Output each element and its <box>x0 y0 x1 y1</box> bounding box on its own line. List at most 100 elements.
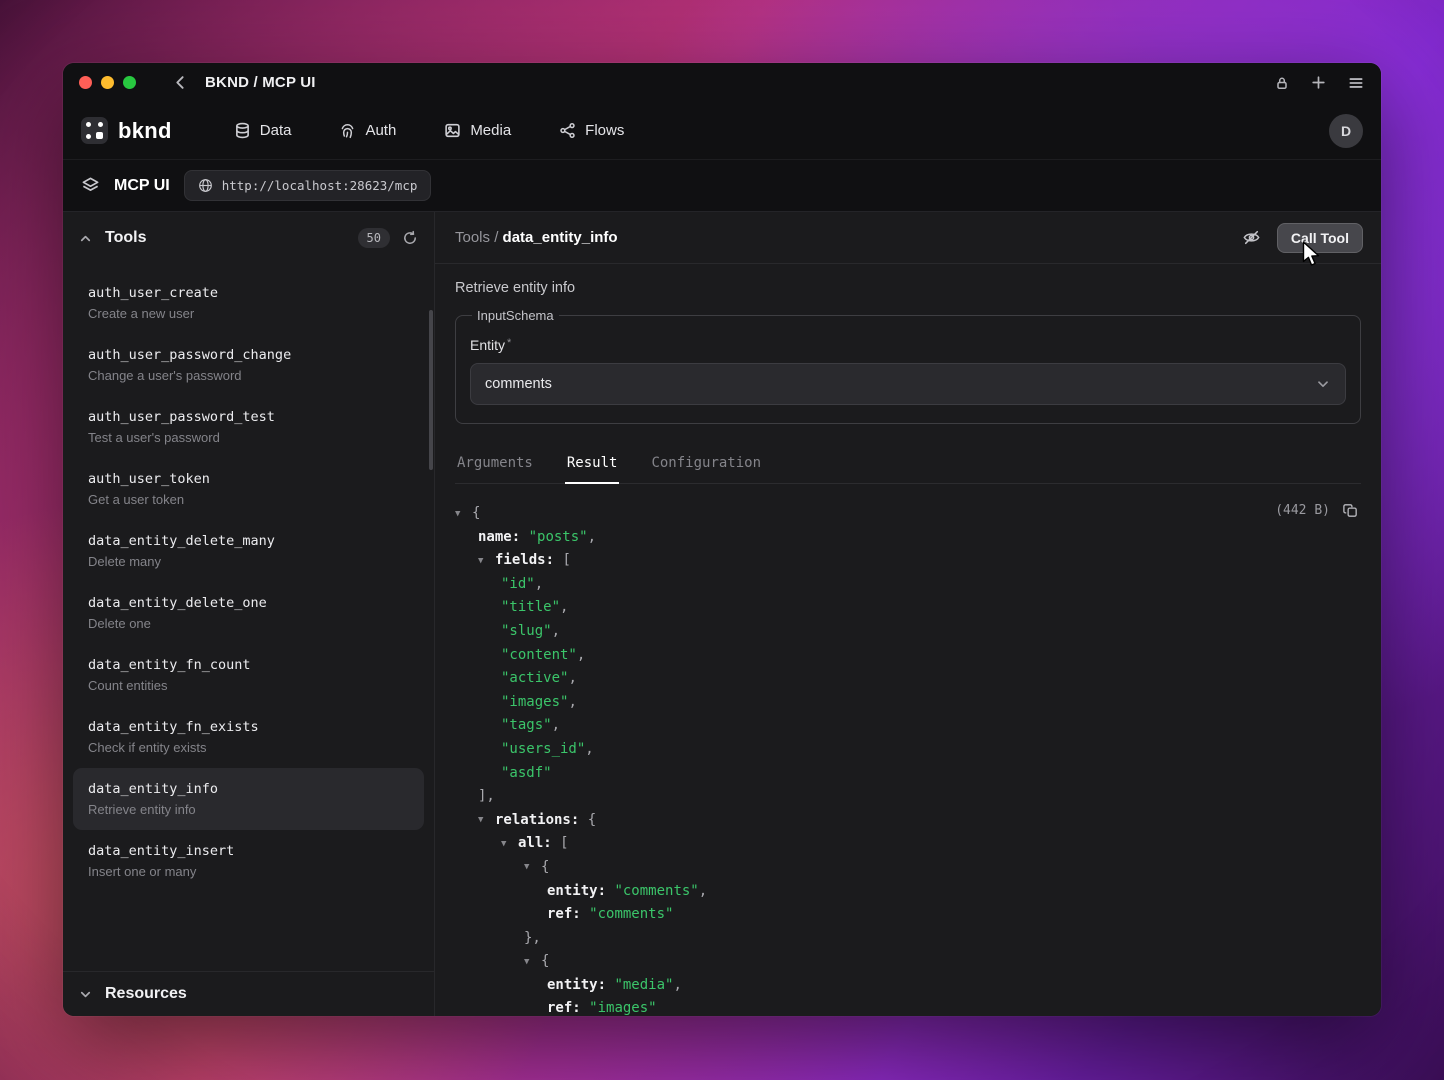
json-tree: ▼{name: "posts",▼fields: ["id","title","… <box>455 502 1361 1016</box>
sidebar-item-auth_user_password_test[interactable]: auth_user_password_testTest a user's pas… <box>73 396 424 458</box>
tool-description: Get a user token <box>88 492 409 507</box>
lock-icon[interactable] <box>1274 75 1290 91</box>
json-line: ref: "images" <box>455 997 1361 1016</box>
json-line: "images", <box>455 691 1361 715</box>
tools-section-title: Tools <box>105 229 146 247</box>
resources-section-header[interactable]: Resources <box>63 971 434 1016</box>
sidebar-item-data_entity_info[interactable]: data_entity_infoRetrieve entity info <box>73 768 424 830</box>
input-schema-legend: InputSchema <box>472 308 559 323</box>
tool-description: Retrieve entity info <box>88 802 409 817</box>
nav-item-auth[interactable]: Auth <box>339 122 396 139</box>
sidebar-item-data_entity_insert[interactable]: data_entity_insert Insert one or many <box>73 830 424 892</box>
json-punct <box>520 529 528 545</box>
tool-name: auth_user_token <box>88 471 409 487</box>
mcp-url-pill[interactable]: http://localhost:28623/mcp <box>184 170 432 201</box>
sidebar-item-auth_user_token[interactable]: auth_user_token Get a user token <box>73 458 424 520</box>
json-key: all: <box>518 835 552 851</box>
tool-detail-panel: Tools / data_entity_info Call Tool Retri <box>435 212 1381 1016</box>
tool-description: Change a user's password <box>88 368 409 383</box>
json-punct: , <box>535 576 543 592</box>
input-schema-group: InputSchema Entity* comments <box>455 308 1361 424</box>
sidebar-item-auth_user_password_change[interactable]: auth_user_password_changeChange a user's… <box>73 334 424 396</box>
tool-name: auth_user_password_test <box>88 409 409 425</box>
tree-toggle-icon[interactable]: ▼ <box>478 809 495 833</box>
entity-select[interactable]: comments <box>470 363 1346 405</box>
tree-toggle-icon[interactable]: ▼ <box>455 503 472 527</box>
maximize-window-button[interactable] <box>123 76 136 89</box>
json-line: ▼{ <box>455 950 1361 974</box>
json-punct: [ <box>554 552 571 568</box>
required-asterisk: * <box>507 337 511 349</box>
json-string: "asdf" <box>501 765 552 781</box>
sidebar-item-data_entity_fn_count[interactable]: data_entity_fn_countCount entities <box>73 644 424 706</box>
sidebar-item-data_entity_delete_many[interactable]: data_entity_delete_manyDelete many <box>73 520 424 582</box>
sidebar-item-data_entity_fn_exists[interactable]: data_entity_fn_existsCheck if entity exi… <box>73 706 424 768</box>
tool-description: Retrieve entity info <box>455 280 1361 296</box>
sidebar-item-data_entity_delete_one[interactable]: data_entity_delete_oneDelete one <box>73 582 424 644</box>
json-line: "active", <box>455 667 1361 691</box>
breadcrumb-section[interactable]: Tools <box>455 229 490 246</box>
tool-description: Delete one <box>88 616 409 631</box>
result-json-viewer: (442 B) ▼{name: "posts",▼fields: ["id","… <box>455 484 1361 1016</box>
bknd-logo-icon <box>81 117 108 144</box>
json-key: entity: <box>547 977 606 993</box>
refresh-icon[interactable] <box>402 230 418 246</box>
json-punct: ], <box>478 788 495 804</box>
json-string: "media" <box>614 977 673 993</box>
json-punct: [ <box>552 835 569 851</box>
close-window-button[interactable] <box>79 76 92 89</box>
json-line: "title", <box>455 596 1361 620</box>
entity-field-label: Entity* <box>470 337 1346 353</box>
json-line: ], <box>455 785 1361 809</box>
json-punct <box>581 906 589 922</box>
json-punct: { <box>579 812 596 828</box>
eye-off-icon[interactable] <box>1242 228 1261 247</box>
sidebar-scrollbar[interactable] <box>429 310 433 470</box>
tree-toggle-icon[interactable]: ▼ <box>478 550 495 574</box>
tool-name: data_entity_insert <box>88 843 409 859</box>
sidebar-item-auth_user_create[interactable]: auth_user_createCreate a new user <box>73 272 424 334</box>
tab-configuration[interactable]: Configuration <box>649 446 763 483</box>
nav-item-media[interactable]: Media <box>444 122 511 139</box>
user-avatar[interactable]: D <box>1329 114 1363 148</box>
menu-icon[interactable] <box>1347 74 1365 92</box>
tool-description: Insert one or many <box>88 864 409 879</box>
json-punct: { <box>541 953 549 969</box>
tool-description: Count entities <box>88 678 409 693</box>
json-key: ref: <box>547 1000 581 1016</box>
page-title: MCP UI <box>114 177 170 195</box>
breadcrumb-current: data_entity_info <box>503 229 618 246</box>
traffic-lights <box>79 76 136 89</box>
tree-toggle-icon[interactable]: ▼ <box>524 951 541 975</box>
image-icon <box>444 122 461 139</box>
tool-detail-header: Tools / data_entity_info Call Tool <box>435 212 1381 264</box>
json-punct: , <box>585 741 593 757</box>
json-punct: , <box>552 717 560 733</box>
call-tool-button[interactable]: Call Tool <box>1277 223 1363 253</box>
bknd-logo[interactable]: bknd <box>81 117 172 144</box>
json-key: fields: <box>495 552 554 568</box>
back-icon[interactable] <box>172 74 189 91</box>
new-tab-icon[interactable] <box>1310 74 1327 91</box>
json-string: "images" <box>501 694 568 710</box>
nav-label: Media <box>470 122 511 139</box>
primary-nav: Data Auth Media Flows <box>234 122 625 139</box>
nav-item-flows[interactable]: Flows <box>559 122 624 139</box>
copy-icon[interactable] <box>1342 502 1359 519</box>
nav-label: Auth <box>365 122 396 139</box>
nav-item-data[interactable]: Data <box>234 122 292 139</box>
tool-description: Create a new user <box>88 306 409 321</box>
json-punct: { <box>541 859 549 875</box>
globe-icon <box>198 178 213 193</box>
tree-toggle-icon[interactable]: ▼ <box>501 833 518 857</box>
tree-toggle-icon[interactable]: ▼ <box>524 856 541 880</box>
nav-label: Data <box>260 122 292 139</box>
tab-arguments[interactable]: Arguments <box>455 446 535 483</box>
tools-section-header[interactable]: Tools 50 <box>63 212 434 264</box>
json-string: "slug" <box>501 623 552 639</box>
json-line: entity: "media", <box>455 974 1361 998</box>
tab-result[interactable]: Result <box>565 446 620 484</box>
minimize-window-button[interactable] <box>101 76 114 89</box>
tool-count-badge: 50 <box>358 228 390 248</box>
json-punct: , <box>577 647 585 663</box>
